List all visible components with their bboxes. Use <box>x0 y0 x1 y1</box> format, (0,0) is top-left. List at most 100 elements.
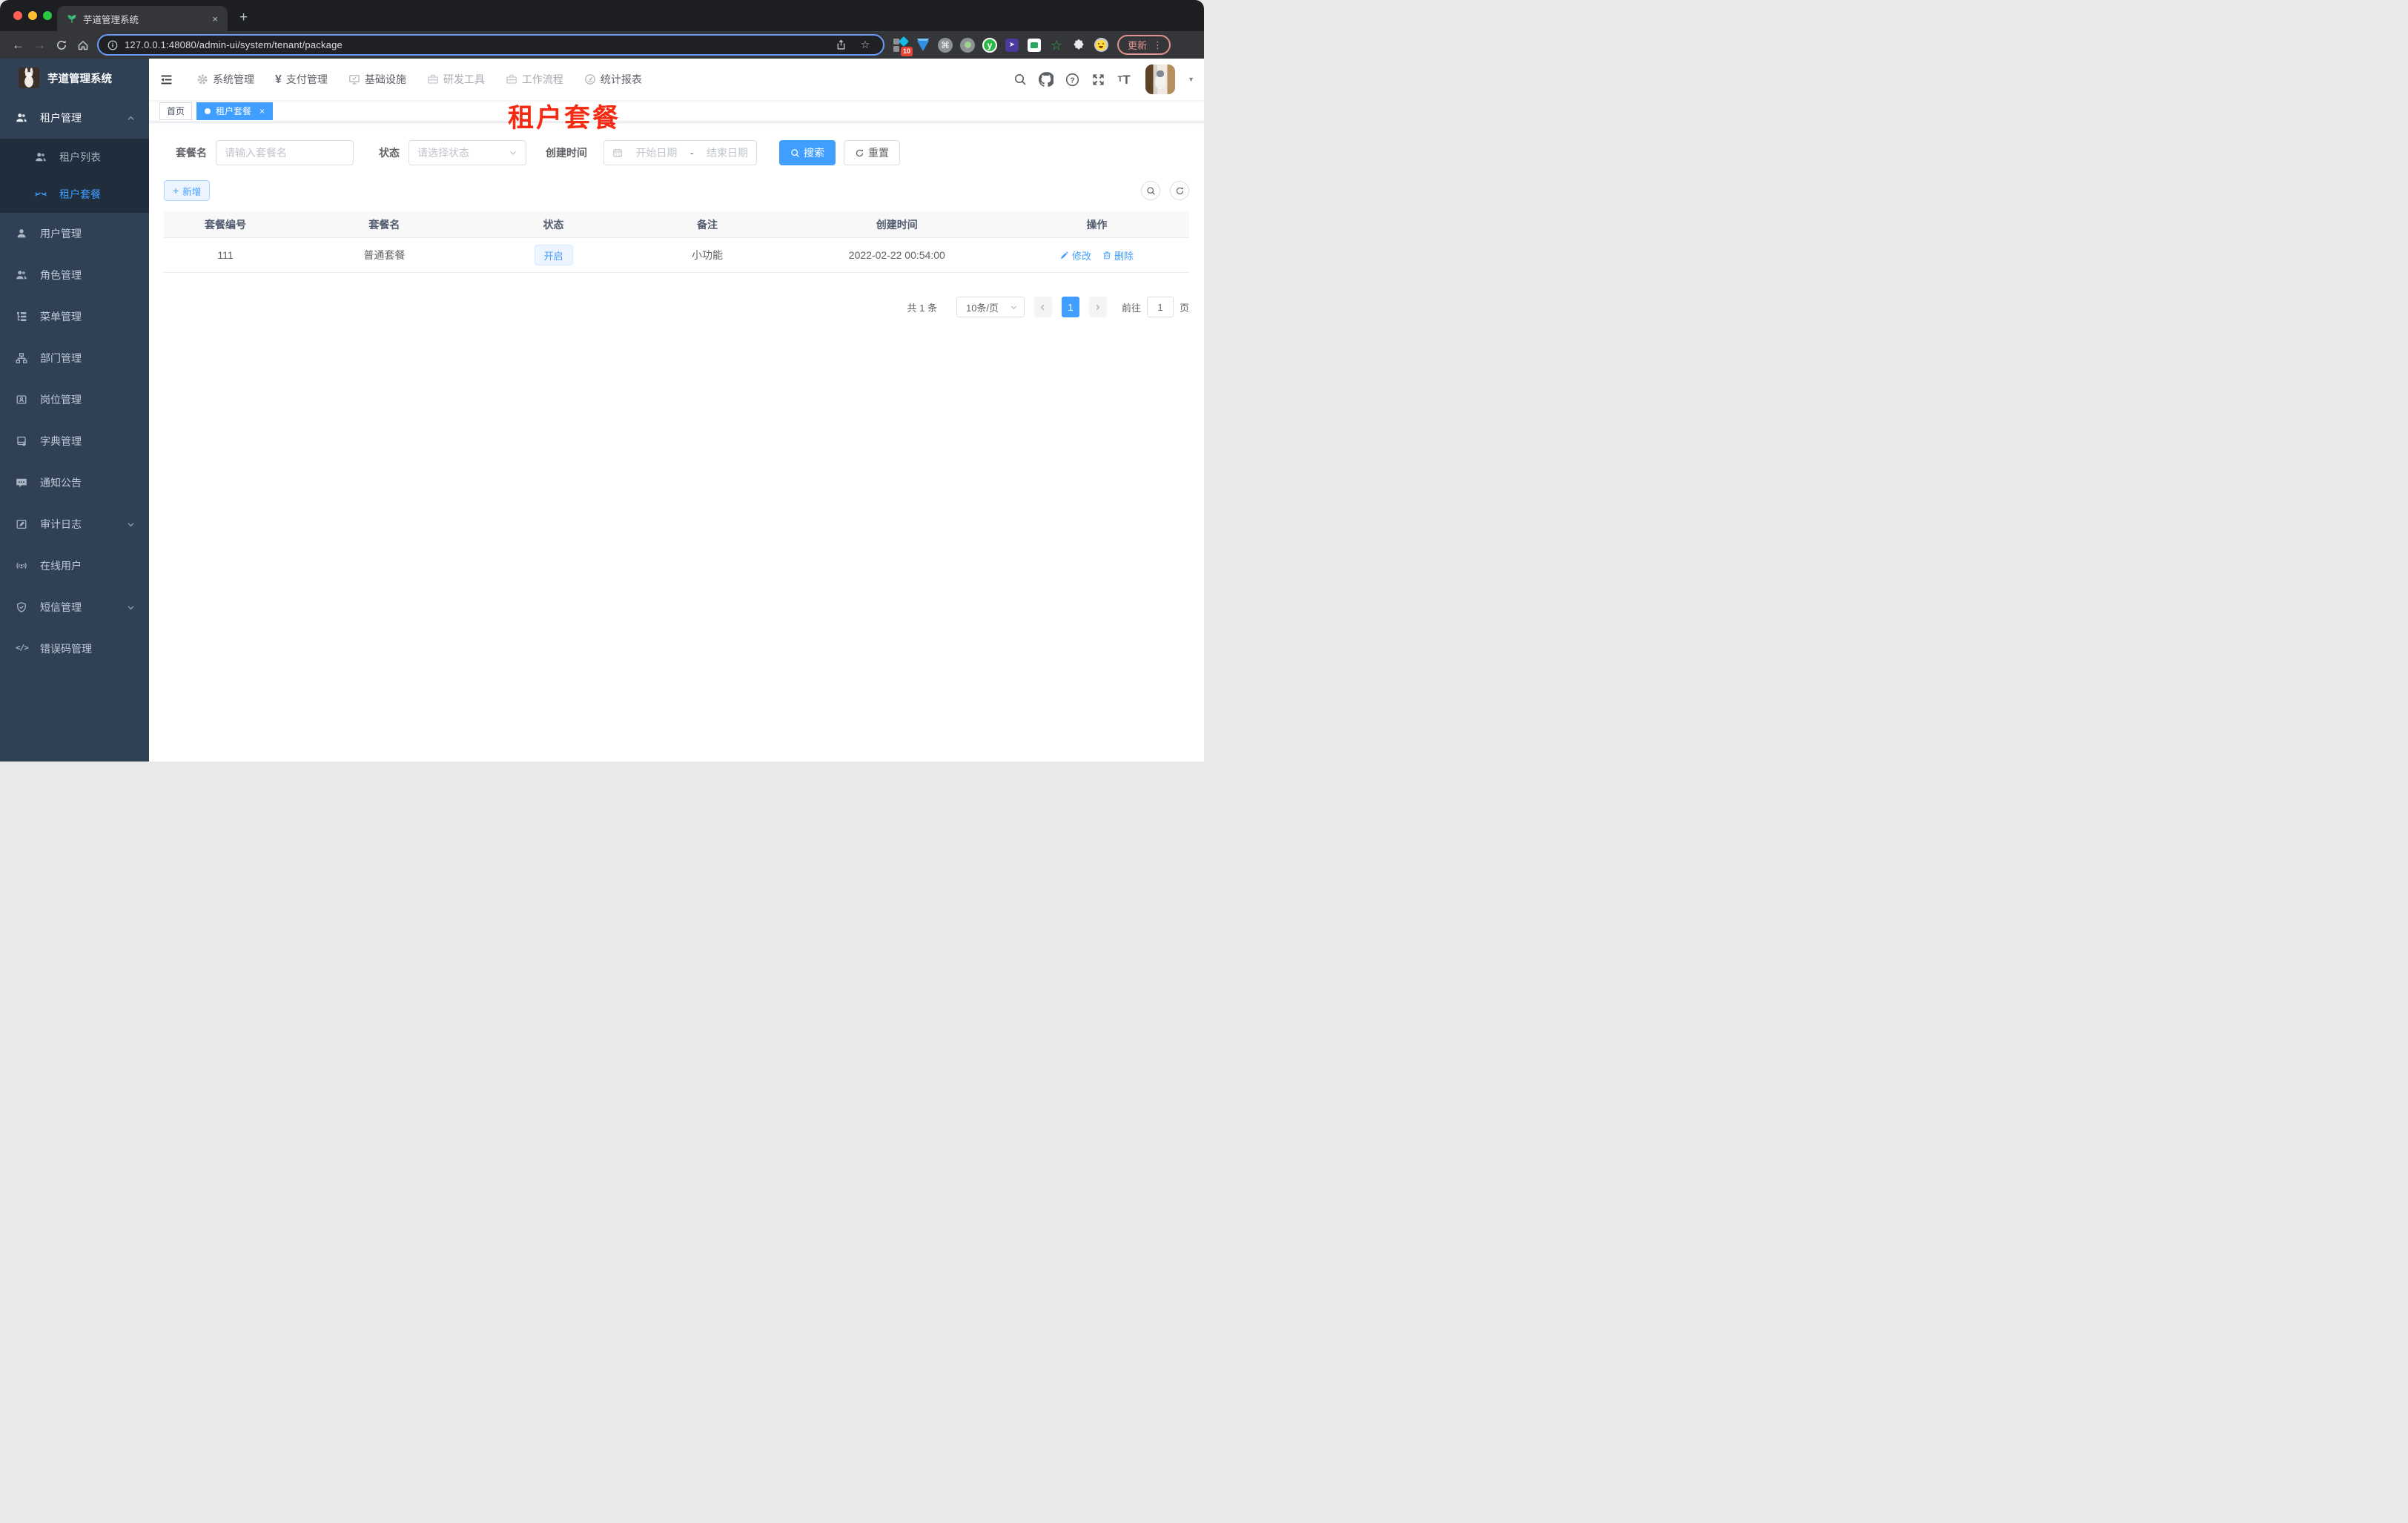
logo-title: 芋道管理系统 <box>47 73 112 85</box>
main-panel: 系统管理 ¥ 支付管理 基础设施 研发工具 工作流程 统计报表 ? T T ▼ … <box>149 59 1204 762</box>
extension-gem-icon[interactable] <box>916 38 930 53</box>
minimize-window-button[interactable] <box>28 11 37 20</box>
sidebar-item-label: 通知公告 <box>40 477 82 489</box>
add-button[interactable]: + 新增 <box>164 180 211 201</box>
font-size-icon[interactable]: TT <box>1117 72 1131 87</box>
cell-remark: 小功能 <box>691 249 723 261</box>
sidebar-item-label: 菜单管理 <box>40 311 82 323</box>
sidebar-item-error-code[interactable]: </> 错误码管理 <box>0 628 149 670</box>
sidebar-item-role-management[interactable]: 角色管理 <box>0 254 149 296</box>
next-page-button[interactable] <box>1088 297 1107 317</box>
extension-y-icon[interactable]: y <box>982 37 997 53</box>
browser-menu-icon[interactable]: ⋮ <box>1153 39 1162 51</box>
top-nav-workflow[interactable]: 工作流程 <box>506 72 563 87</box>
home-icon[interactable] <box>72 34 93 56</box>
address-bar[interactable]: 127.0.0.1:48080/admin-ui/system/tenant/p… <box>97 34 884 56</box>
cell-status: 开启 <box>482 245 626 265</box>
forward-icon[interactable]: → <box>29 34 50 56</box>
search-icon[interactable] <box>1013 72 1028 87</box>
profile-avatar-icon[interactable] <box>1094 38 1108 53</box>
sidebar-toggle-icon[interactable] <box>149 73 184 86</box>
avatar-caret-down-icon[interactable]: ▼ <box>1188 76 1194 83</box>
prev-page-button[interactable] <box>1033 297 1052 317</box>
cell-actions: 修改 删除 <box>1005 248 1189 262</box>
extension-grid-icon[interactable]: 10 <box>893 36 913 56</box>
tag-close-icon[interactable]: × <box>259 106 265 116</box>
sidebar-item-online-users[interactable]: 在线用户 <box>0 545 149 587</box>
total-count: 共 1 条 <box>907 302 937 314</box>
help-icon[interactable]: ? <box>1065 72 1079 87</box>
audit-log-icon <box>16 519 27 529</box>
browser-tab[interactable]: 芋道管理系统 × <box>57 6 228 31</box>
page-number-button[interactable]: 1 <box>1061 297 1079 317</box>
top-nav-infrastructure[interactable]: 基础设施 <box>348 72 406 87</box>
extension-star-icon[interactable]: ☆ <box>1049 38 1064 53</box>
github-icon[interactable] <box>1039 72 1054 87</box>
sidebar-item-user-management[interactable]: 用户管理 <box>0 213 149 254</box>
org-chart-icon <box>16 353 27 363</box>
sidebar-item-notice[interactable]: 通知公告 <box>0 462 149 503</box>
site-info-icon[interactable] <box>108 40 118 50</box>
extension-command-icon[interactable]: ⌘ <box>938 37 953 53</box>
tab-close-icon[interactable]: × <box>210 13 220 24</box>
page-size-select[interactable]: 10条/页 <box>956 297 1025 317</box>
toggle-search-button[interactable] <box>1141 181 1160 200</box>
extension-chat-icon[interactable] <box>1027 38 1042 53</box>
extension-send-icon[interactable]: ➤ <box>1005 38 1019 53</box>
message-icon <box>16 478 27 487</box>
refresh-button[interactable] <box>1170 181 1189 200</box>
sidebar-item-tenant-management[interactable]: 租户管理 <box>0 97 149 139</box>
url-text[interactable]: 127.0.0.1:48080/admin-ui/system/tenant/p… <box>125 39 825 50</box>
status-badge[interactable]: 开启 <box>534 245 573 265</box>
close-window-button[interactable] <box>13 11 22 20</box>
filter-package-name: 套餐名 请输入套餐名 <box>176 140 354 165</box>
monitor-icon <box>349 75 360 85</box>
tag-tenant-package[interactable]: 租户套餐 × <box>196 102 274 120</box>
share-icon[interactable] <box>832 36 850 54</box>
sidebar-logo[interactable]: 芋道管理系统 <box>0 59 149 97</box>
top-nav-report[interactable]: 统计报表 <box>584 72 642 87</box>
start-date-placeholder[interactable]: 开始日期 <box>635 145 677 160</box>
user-avatar[interactable] <box>1145 65 1176 94</box>
search-button[interactable]: 搜索 <box>779 140 836 165</box>
sidebar-item-department-management[interactable]: 部门管理 <box>0 337 149 379</box>
zoom-window-button[interactable] <box>43 11 52 20</box>
page-size-wrap: 10条/页 <box>956 297 1025 317</box>
top-nav-system[interactable]: 系统管理 <box>196 72 254 87</box>
favicon-plant-icon <box>67 15 76 23</box>
reload-icon[interactable] <box>50 34 72 56</box>
end-date-placeholder[interactable]: 结束日期 <box>707 145 748 160</box>
reset-button[interactable]: 重置 <box>844 140 900 165</box>
sidebar-item-audit-log[interactable]: 审计日志 <box>0 503 149 545</box>
bookmark-star-icon[interactable]: ☆ <box>856 36 874 54</box>
sidebar-item-tenant-list[interactable]: 租户列表 <box>0 139 149 176</box>
extension-dot-icon[interactable] <box>960 37 975 53</box>
browser-update-button[interactable]: 更新 ⋮ <box>1117 35 1171 55</box>
chevron-down-icon <box>128 605 134 609</box>
fullscreen-icon[interactable] <box>1091 72 1105 87</box>
sidebar-item-post-management[interactable]: 岗位管理 <box>0 379 149 420</box>
goto-page-input[interactable]: 1 <box>1146 297 1174 317</box>
sidebar-item-tenant-package[interactable]: 租户套餐 <box>0 176 149 213</box>
tag-home[interactable]: 首页 <box>159 102 193 120</box>
new-tab-button[interactable]: + <box>239 10 248 26</box>
edit-link[interactable]: 修改 <box>1060 248 1091 262</box>
back-icon[interactable]: ← <box>7 34 29 56</box>
sidebar-item-sms-management[interactable]: 短信管理 <box>0 587 149 628</box>
delete-link[interactable]: 删除 <box>1102 248 1134 262</box>
id-badge-icon <box>16 395 27 404</box>
cell-created-at: 2022-02-22 00:54:00 <box>848 249 945 261</box>
sidebar-item-label: 租户列表 <box>59 151 101 163</box>
extensions-row: 10 ⌘ y ➤ ☆ <box>893 36 1108 56</box>
sidebar-item-label: 错误码管理 <box>40 643 92 655</box>
extensions-puzzle-icon[interactable] <box>1071 38 1086 53</box>
date-range-picker[interactable]: 开始日期 - 结束日期 <box>603 140 757 165</box>
sidebar-item-dict-management[interactable]: 字典管理 <box>0 420 149 462</box>
top-nav-payment[interactable]: ¥ 支付管理 <box>275 72 328 87</box>
tags-view: 首页 租户套餐 × <box>149 100 1204 122</box>
top-nav-dev-tools[interactable]: 研发工具 <box>427 72 485 87</box>
status-select[interactable]: 请选择状态 <box>408 140 526 165</box>
package-name-input[interactable]: 请输入套餐名 <box>216 140 354 165</box>
sidebar-item-menu-management[interactable]: 菜单管理 <box>0 296 149 337</box>
user-group-icon <box>36 153 46 162</box>
